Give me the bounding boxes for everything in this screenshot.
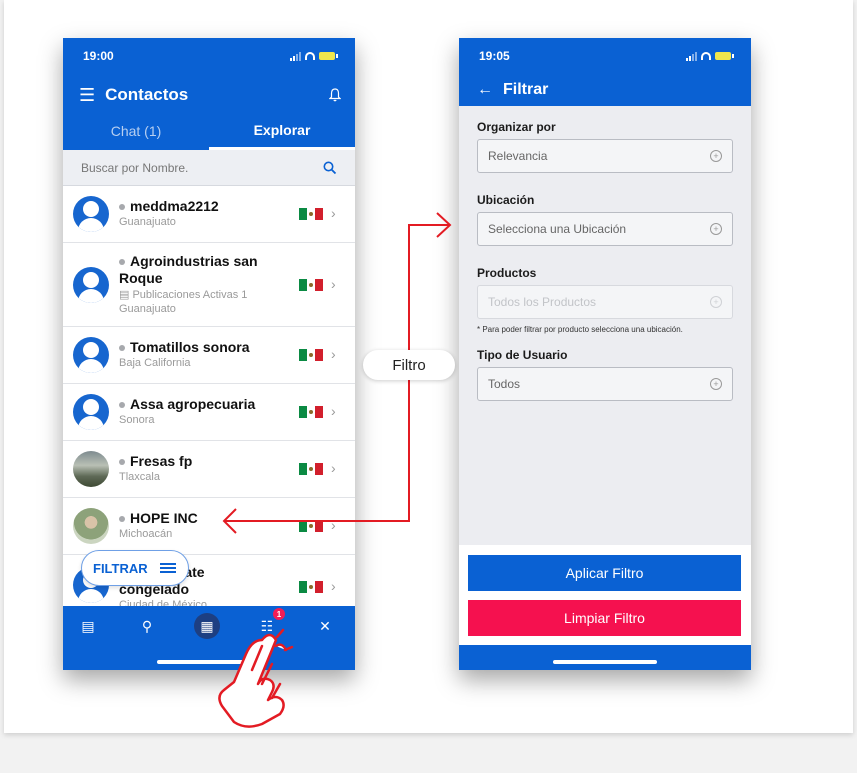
hand-pointer-icon [218,628,294,728]
filter-connector-label: Filtro [363,350,455,380]
annotation-overlay [218,212,452,728]
